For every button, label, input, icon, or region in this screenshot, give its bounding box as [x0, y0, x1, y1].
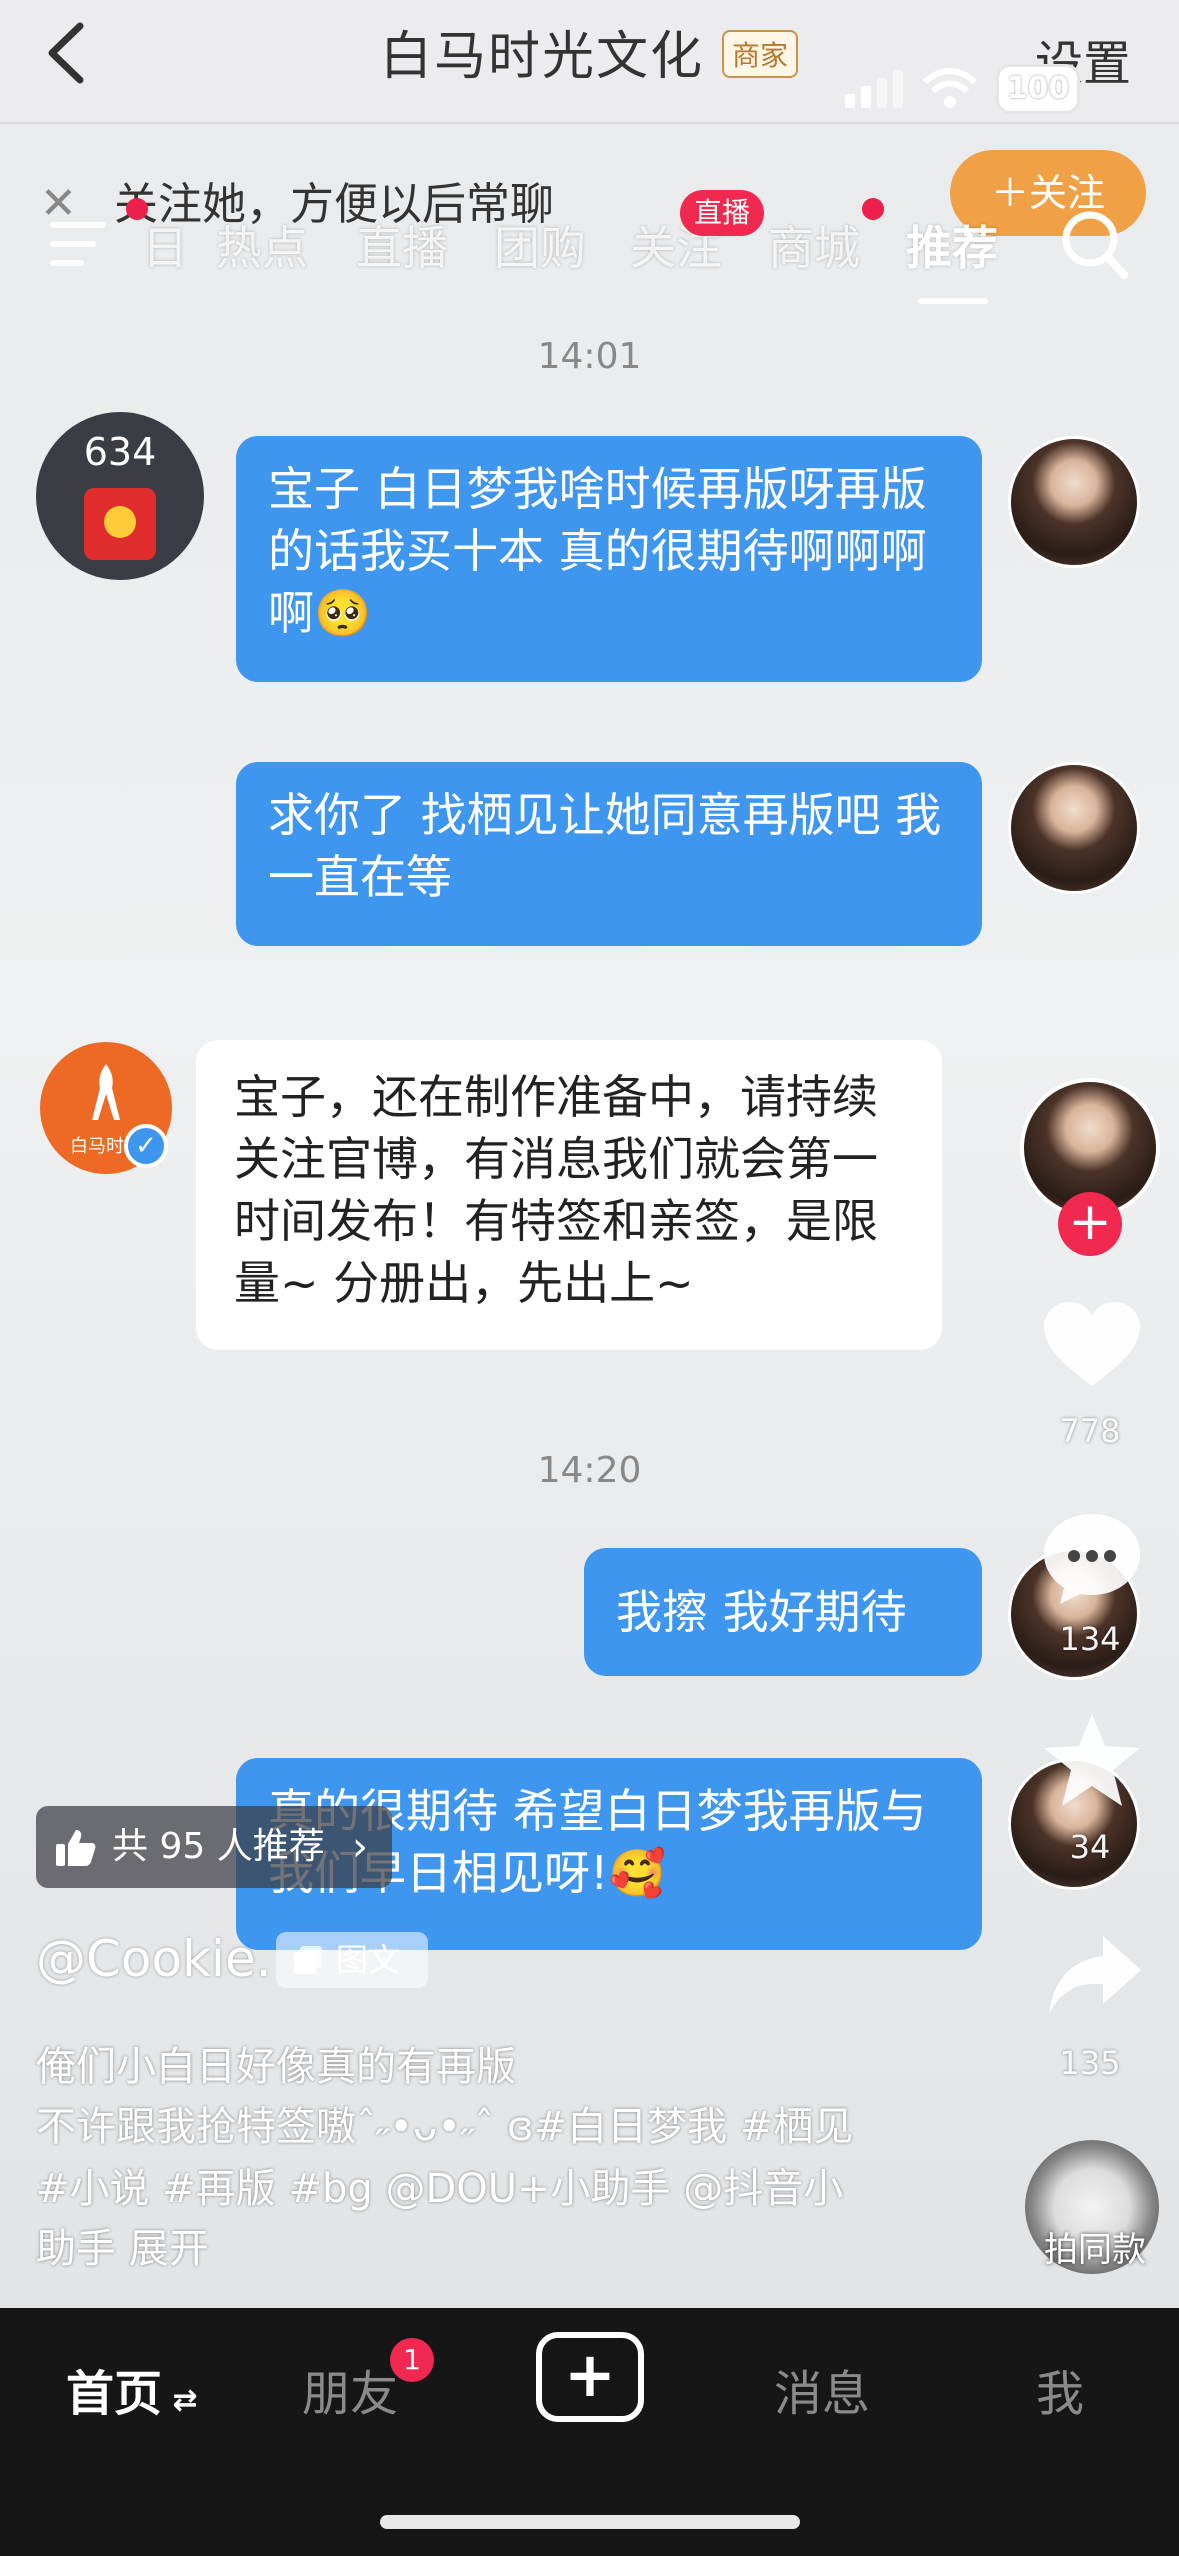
chat-title: 白马时光文化 [380, 27, 705, 87]
friends-badge: 1 [390, 2338, 434, 2382]
image-text-icon [294, 1946, 322, 1974]
mall-notification-dot [862, 198, 884, 220]
post-description-line: 俺们小白日好像真的有再版 [36, 2044, 516, 2090]
recommend-pill[interactable]: 共 95 人推荐 › [36, 1806, 392, 1888]
create-button[interactable]: + [536, 2332, 644, 2422]
merchant-badge: 商家 [722, 30, 799, 78]
tab-mall[interactable]: 商城 [768, 212, 860, 278]
user-avatar[interactable] [1008, 762, 1140, 894]
heart-icon[interactable] [1040, 1300, 1144, 1390]
recommend-text: 共 95 人推荐 [112, 1826, 325, 1867]
post-description-line[interactable]: 不许跟我抢特签嗷ˆ˶•ᴗ•˶ˆ ɞ#白日梦我 #栖见 [36, 2094, 853, 2152]
post-description-line[interactable]: #小说 #再版 #bg @DOU+小助手 @抖音小 [36, 2156, 843, 2214]
timestamp: 14:20 [537, 1450, 642, 1491]
tab-home-label: 首页 [66, 2366, 163, 2422]
battery-icon: 100 [996, 64, 1080, 114]
horse-logo-icon [92, 1064, 120, 1120]
search-icon[interactable] [1060, 205, 1130, 285]
verified-icon: ✓ [124, 1124, 168, 1168]
swap-icon: ⇄ [162, 2383, 198, 2418]
same-style-label[interactable]: 拍同款 [1030, 2222, 1160, 2271]
tab-me[interactable]: 我 [1036, 2354, 1084, 2424]
thumbs-up-icon [56, 1830, 96, 1866]
like-count: 778 [1059, 1412, 1121, 1450]
tab-city[interactable]: 日 [142, 212, 188, 278]
timestamp: 14:01 [537, 336, 642, 377]
follow-plus-icon[interactable]: + [1058, 1192, 1122, 1256]
post-description-line[interactable]: 助手 展开 [36, 2216, 209, 2274]
tab-hot[interactable]: 热点 [216, 212, 308, 278]
tab-home[interactable]: 首页 ⇄ [66, 2354, 198, 2424]
red-packet-seal [104, 506, 136, 538]
red-packet-count: 634 [83, 430, 157, 474]
tab-group-buy[interactable]: 团购 [494, 212, 586, 278]
tab-messages[interactable]: 消息 [774, 2354, 870, 2424]
home-indicator [380, 2515, 800, 2529]
live-badge: 直播 [680, 190, 765, 236]
message-bubble-sent[interactable]: 我擦 我好期待 [584, 1548, 982, 1676]
tab-friends[interactable]: 朋友 [302, 2354, 398, 2424]
comment-icon[interactable] [1040, 1510, 1144, 1606]
message-bubble-sent[interactable]: 宝子 白日梦我啥时候再版呀再版的话我买十本 真的很期待啊啊啊啊🥺 [236, 436, 982, 682]
message-bubble-received[interactable]: 宝子，还在制作准备中，请持续关注官博，有消息我们就会第一时间发布！有特签和亲签，… [196, 1040, 942, 1350]
post-type-tag: 图文 [276, 1932, 428, 1988]
author-name[interactable]: @Cookie. [36, 1930, 272, 1988]
menu-icon[interactable] [50, 218, 116, 270]
share-count: 135 [1059, 2044, 1121, 2082]
chevron-right-icon: › [352, 1824, 368, 1870]
user-avatar[interactable] [1008, 436, 1140, 568]
message-bubble-sent[interactable]: 求你了 找栖见让她同意再版吧 我一直在等 [236, 762, 982, 946]
back-arrow-icon[interactable] [38, 18, 98, 88]
active-tab-indicator [918, 298, 988, 304]
star-icon[interactable] [1040, 1710, 1144, 1810]
tab-recommend[interactable]: 推荐 [906, 212, 998, 278]
share-icon[interactable] [1045, 1930, 1145, 2020]
comment-count: 134 [1059, 1620, 1121, 1658]
post-type-label: 图文 [336, 1941, 401, 1979]
favorite-count: 34 [1069, 1828, 1111, 1866]
tab-live[interactable]: 直播 [356, 212, 448, 278]
